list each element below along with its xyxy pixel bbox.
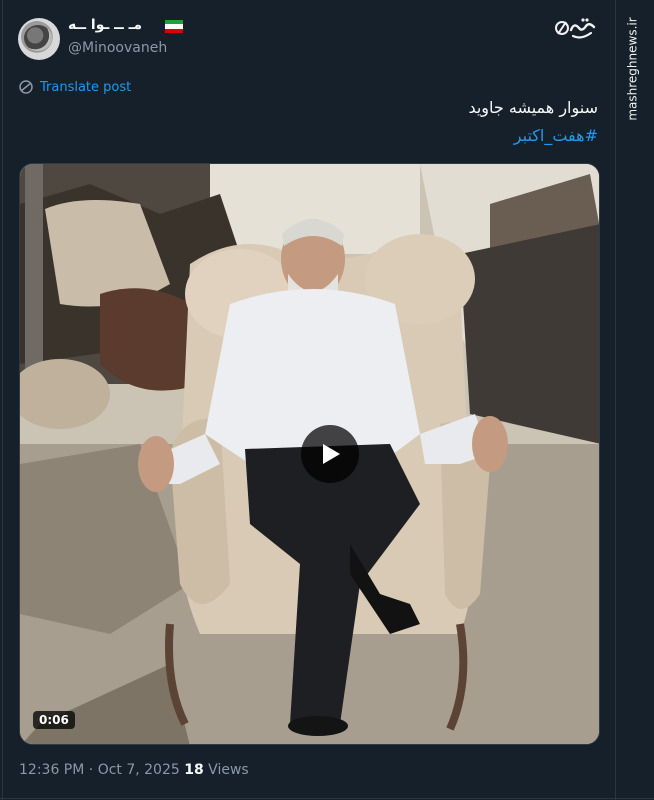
hashtag-link[interactable]: #هفت_اکتبر — [514, 126, 598, 145]
globe-icon — [19, 80, 33, 94]
meta-separator: · — [84, 762, 98, 778]
iran-flag-icon — [165, 20, 183, 33]
video-player[interactable]: 0:06 — [19, 163, 600, 745]
mashregh-watermark: mashreghnews.ir — [620, 14, 646, 124]
play-icon — [323, 444, 340, 464]
post-time[interactable]: 12:36 PM — [19, 762, 84, 778]
video-duration-badge: 0:06 — [33, 711, 75, 729]
display-name[interactable]: مـ ــ ـوا ــه — [68, 17, 142, 33]
globe-avatar-icon — [24, 25, 52, 51]
bottom-border — [0, 798, 654, 799]
avatar[interactable] — [18, 18, 60, 60]
user-handle[interactable]: @Minoovaneh — [68, 40, 167, 56]
right-border — [615, 0, 616, 800]
post-text: سنوار همیشه جاوید — [468, 98, 598, 117]
mashregh-logo-icon — [553, 14, 597, 44]
post-date[interactable]: Oct 7, 2025 — [98, 762, 180, 778]
post-metadata: 12:36 PM · Oct 7, 2025 18 Views — [19, 762, 249, 778]
views-label: Views — [208, 762, 249, 778]
watermark-url: mashreghnews.ir — [626, 17, 640, 121]
views-count: 18 — [184, 762, 204, 778]
left-border — [2, 0, 3, 800]
translate-post-button[interactable]: Translate post — [18, 78, 131, 96]
translate-post-label: Translate post — [40, 79, 132, 95]
play-button[interactable] — [301, 425, 359, 483]
